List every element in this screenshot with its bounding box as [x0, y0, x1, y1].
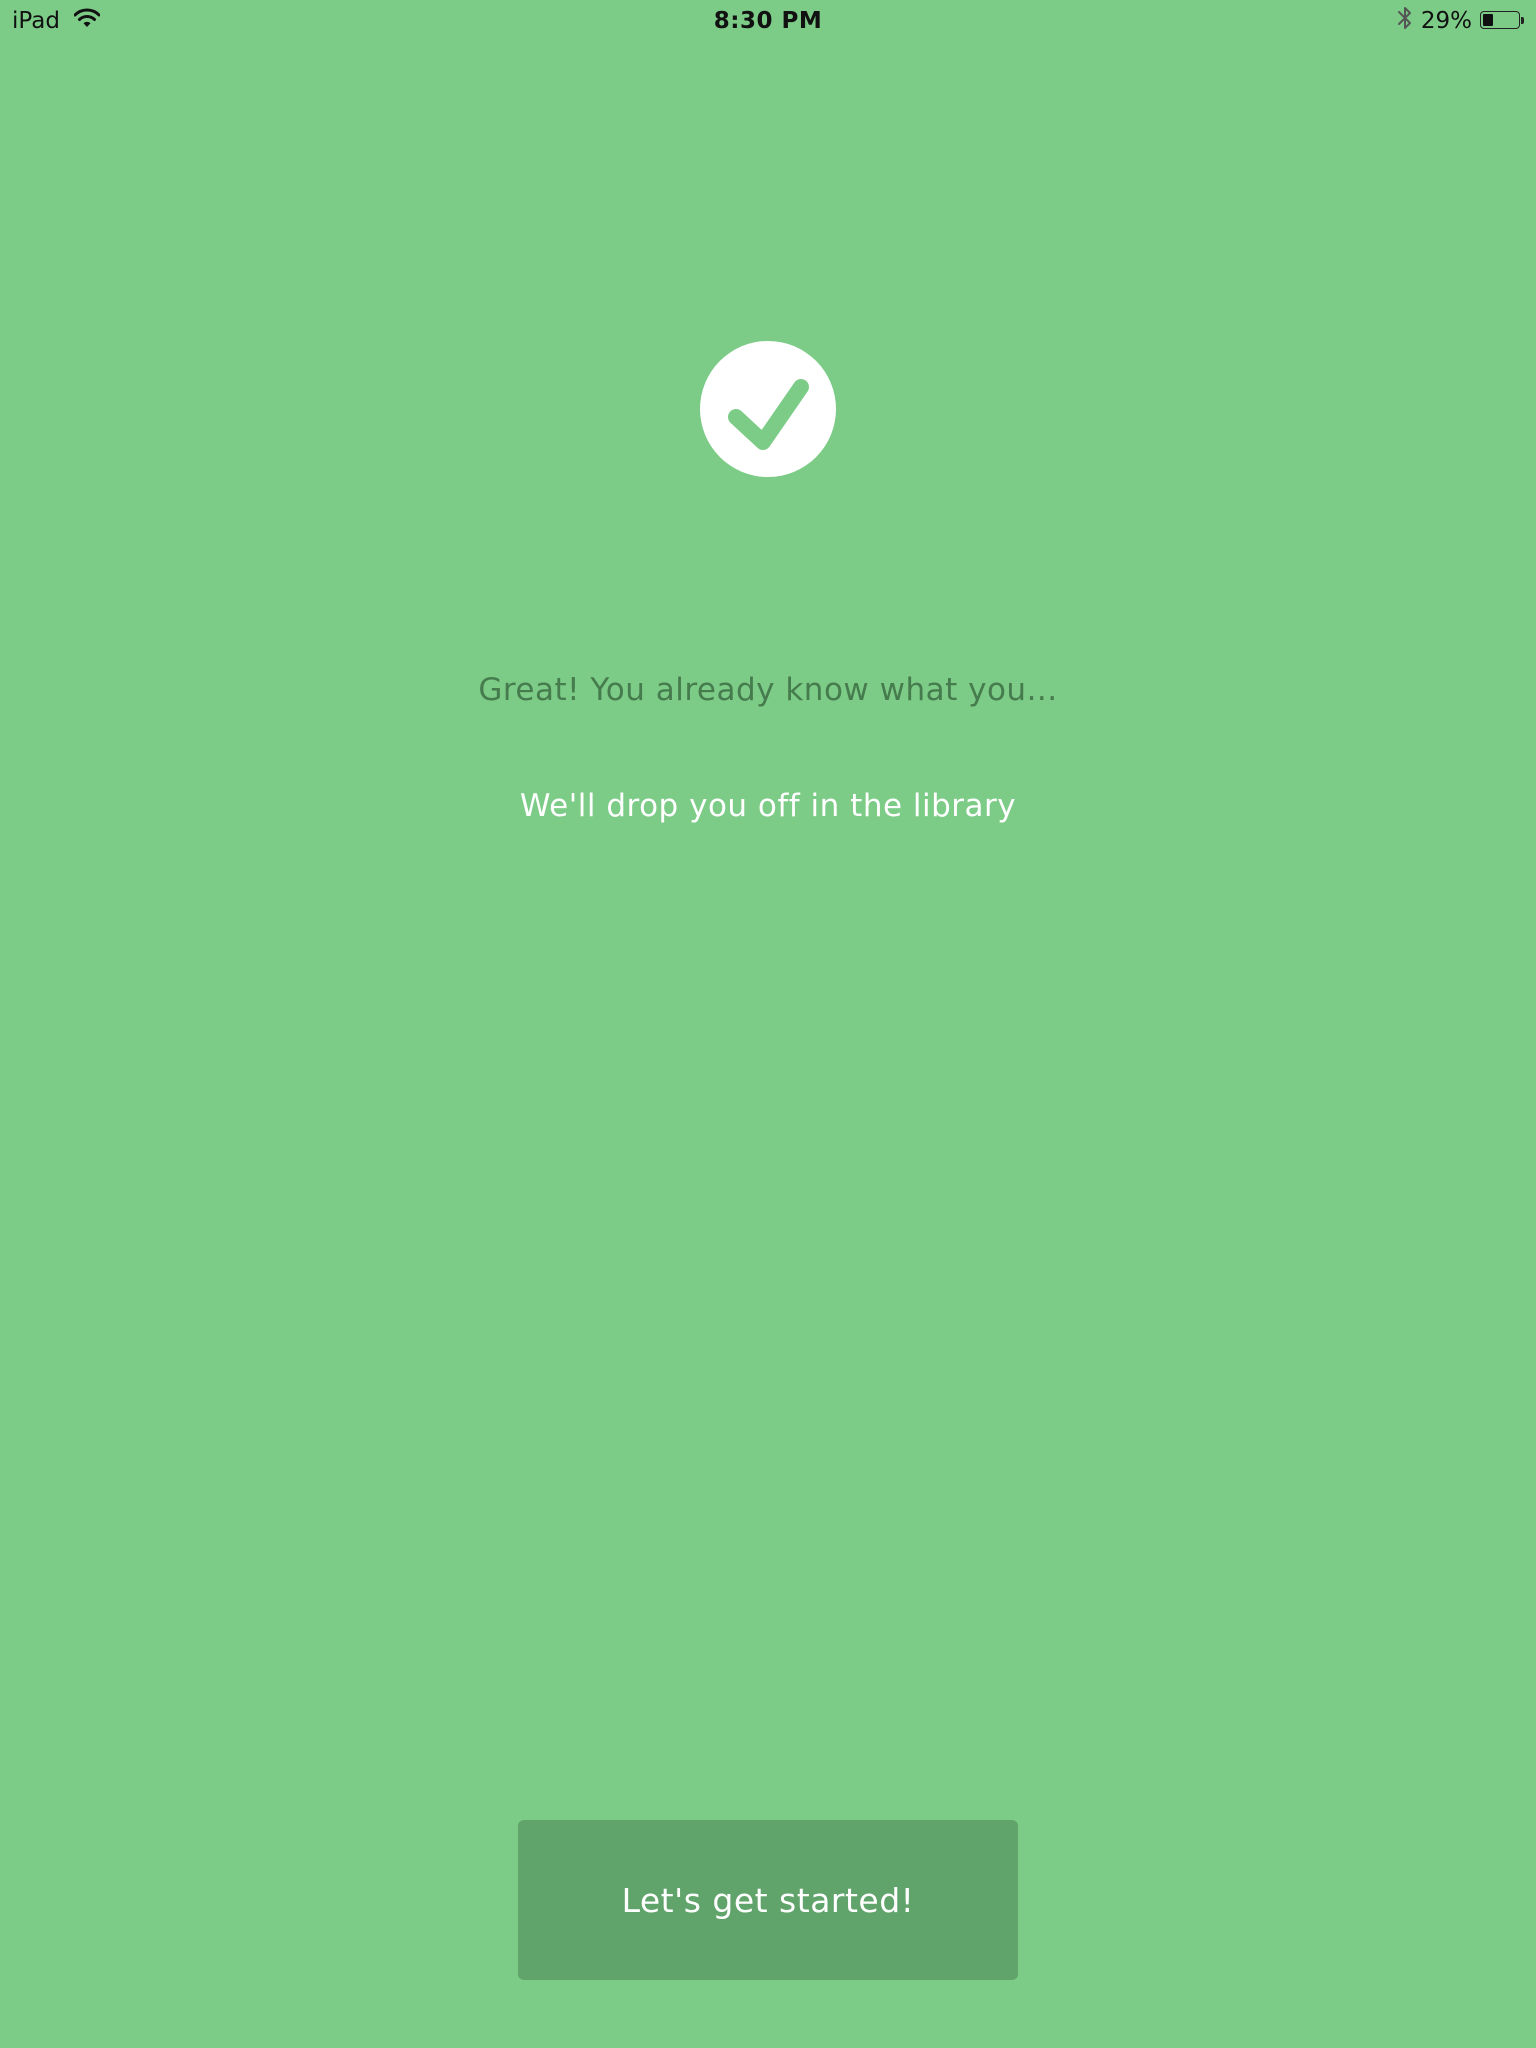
subline: We'll drop you off in the library [519, 788, 1017, 824]
status-time: 8:30 PM [713, 8, 823, 34]
get-started-button[interactable]: Let's get started! [518, 1820, 1018, 1980]
battery-body [1480, 11, 1520, 29]
bluetooth-icon [1397, 5, 1413, 37]
battery-icon [1480, 11, 1524, 31]
battery-percent: 29% [1420, 8, 1472, 34]
headline: Great! You already know what you... [478, 672, 1058, 708]
checkmark-icon [728, 379, 809, 450]
status-right: 29% [1397, 6, 1524, 36]
battery-tip [1521, 17, 1524, 24]
success-badge [700, 341, 836, 477]
status-bar: iPad 8:30 PM 29% [0, 0, 1536, 40]
battery-fill [1483, 14, 1493, 26]
